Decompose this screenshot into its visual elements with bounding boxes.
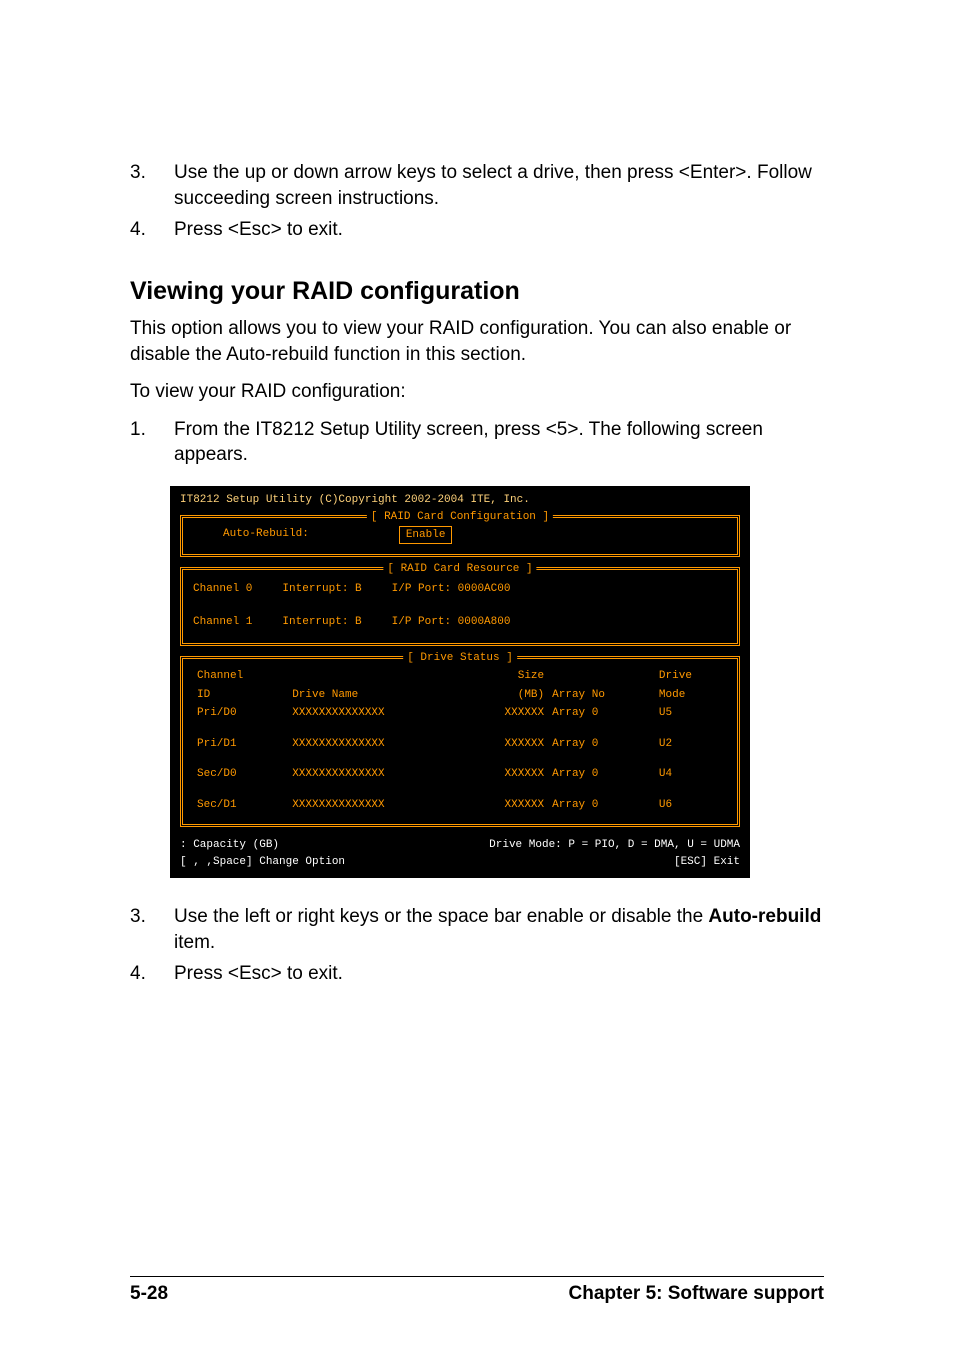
table-row: Sec/D0 XXXXXXXXXXXXXX XXXXXX Array 0 U4 (193, 765, 727, 784)
section-heading: Viewing your RAID configuration (130, 277, 824, 306)
cell-size: XXXXXX (465, 704, 549, 723)
instruction-list-c: 3. Use the left or right keys or the spa… (130, 904, 824, 987)
list-text: Use the up or down arrow keys to select … (174, 160, 824, 211)
capacity-hint: : Capacity (GB) (180, 837, 279, 854)
esc-exit-hint: [ESC] Exit (674, 854, 740, 871)
cell-name: XXXXXXXXXXXXXX (288, 704, 464, 723)
list-item: 4. Press <Esc> to exit. (130, 961, 824, 987)
page-footer: 5-28 Chapter 5: Software support (130, 1276, 824, 1305)
list-item: 3. Use the left or right keys or the spa… (130, 904, 824, 955)
cell-name: XXXXXXXXXXXXXX (288, 765, 464, 784)
auto-rebuild-value[interactable]: Enable (399, 526, 453, 545)
cell-size: XXXXXX (465, 765, 549, 784)
cell-array: Array 0 (548, 765, 655, 784)
cell-mode: U5 (655, 704, 727, 723)
drive-mode-legend: Drive Mode: P = PIO, D = DMA, U = UDMA (489, 837, 740, 854)
cell-array: Array 0 (548, 796, 655, 815)
table-row: Sec/D1 XXXXXXXXXXXXXX XXXXXX Array 0 U6 (193, 796, 727, 815)
list-text: From the IT8212 Setup Utility screen, pr… (174, 417, 824, 468)
col-channel-id: Channel (193, 667, 288, 686)
instruction-list-b: 1. From the IT8212 Setup Utility screen,… (130, 417, 824, 468)
col-array-no (548, 667, 655, 686)
list-text: Press <Esc> to exit. (174, 217, 343, 243)
channel-label: Channel 0 (193, 581, 252, 598)
cell-id: Pri/D1 (193, 735, 288, 754)
terminal-title: IT8212 Setup Utility (C)Copyright 2002-2… (180, 492, 740, 509)
cell-name: XXXXXXXXXXXXXX (288, 735, 464, 754)
terminal-footer-row: : Capacity (GB) Drive Mode: P = PIO, D =… (180, 837, 740, 854)
col-size: (MB) (465, 686, 549, 705)
cell-array: Array 0 (548, 704, 655, 723)
table-row: Pri/D0 XXXXXXXXXXXXXX XXXXXX Array 0 U5 (193, 704, 727, 723)
table-header-row: ID Drive Name (MB) Array No Mode (193, 686, 727, 705)
cell-array: Array 0 (548, 735, 655, 754)
list-number: 4. (130, 961, 150, 987)
col-drive-mode: Mode (655, 686, 727, 705)
col-drive-name (288, 667, 464, 686)
list-text: Use the left or right keys or the space … (174, 904, 824, 955)
box-title: [ RAID Card Configuration ] (367, 509, 553, 526)
resource-row: Channel 1 Interrupt: B I/P Port: 0000A80… (193, 614, 727, 631)
change-option-hint: [ , ,Space] Change Option (180, 854, 345, 871)
list-text: Press <Esc> to exit. (174, 961, 343, 987)
cell-name: XXXXXXXXXXXXXX (288, 796, 464, 815)
cell-size: XXXXXX (465, 796, 549, 815)
text: Use the left or right keys or the space … (174, 906, 708, 927)
channel-label: Channel 1 (193, 614, 252, 631)
cell-id: Sec/D0 (193, 765, 288, 784)
cell-mode: U2 (655, 735, 727, 754)
list-number: 1. (130, 417, 150, 468)
raid-card-configuration-box: [ RAID Card Configuration ] Auto-Rebuild… (180, 515, 740, 558)
cell-mode: U6 (655, 796, 727, 815)
list-number: 3. (130, 904, 150, 955)
terminal-footer-row: [ , ,Space] Change Option [ESC] Exit (180, 854, 740, 871)
col-channel-id: ID (193, 686, 288, 705)
list-number: 3. (130, 160, 150, 211)
col-drive-name: Drive Name (288, 686, 464, 705)
col-size: Size (465, 667, 549, 686)
list-number: 4. (130, 217, 150, 243)
interrupt-label: Interrupt: B (282, 614, 361, 631)
col-array-no: Array No (548, 686, 655, 705)
auto-rebuild-term: Auto-rebuild (708, 906, 821, 927)
col-drive-mode: Drive (655, 667, 727, 686)
page: 3. Use the up or down arrow keys to sele… (0, 0, 954, 1351)
drive-status-box: [ Drive Status ] Channel Size Drive ID D… (180, 656, 740, 827)
table-row: Pri/D1 XXXXXXXXXXXXXX XXXXXX Array 0 U2 (193, 735, 727, 754)
port-label: I/P Port: 0000AC00 (392, 581, 511, 598)
table-header-row: Channel Size Drive (193, 667, 727, 686)
box-title: [ Drive Status ] (403, 650, 517, 667)
terminal-screenshot: IT8212 Setup Utility (C)Copyright 2002-2… (170, 486, 750, 878)
port-label: I/P Port: 0000A800 (392, 614, 511, 631)
cell-id: Sec/D1 (193, 796, 288, 815)
cell-id: Pri/D0 (193, 704, 288, 723)
instruction-list-a: 3. Use the up or down arrow keys to sele… (130, 160, 824, 243)
text: Press <Esc> to exit. (174, 963, 343, 984)
cell-mode: U4 (655, 765, 727, 784)
chapter-title: Chapter 5: Software support (569, 1283, 824, 1305)
auto-rebuild-row: Auto-Rebuild: Enable (193, 526, 727, 545)
interrupt-label: Interrupt: B (282, 581, 361, 598)
auto-rebuild-label: Auto-Rebuild: (223, 526, 309, 545)
drive-status-table: Channel Size Drive ID Drive Name (MB) Ar… (193, 667, 727, 814)
resource-row: Channel 0 Interrupt: B I/P Port: 0000AC0… (193, 581, 727, 598)
page-number: 5-28 (130, 1283, 168, 1305)
footer-rule (130, 1276, 824, 1277)
list-item: 4. Press <Esc> to exit. (130, 217, 824, 243)
section-paragraph: To view your RAID configuration: (130, 379, 824, 405)
raid-card-resource-box: [ RAID Card Resource ] Channel 0 Interru… (180, 567, 740, 646)
cell-size: XXXXXX (465, 735, 549, 754)
list-item: 3. Use the up or down arrow keys to sele… (130, 160, 824, 211)
list-item: 1. From the IT8212 Setup Utility screen,… (130, 417, 824, 468)
section-paragraph: This option allows you to view your RAID… (130, 316, 824, 367)
text: item. (174, 932, 215, 953)
box-title: [ RAID Card Resource ] (383, 561, 536, 578)
